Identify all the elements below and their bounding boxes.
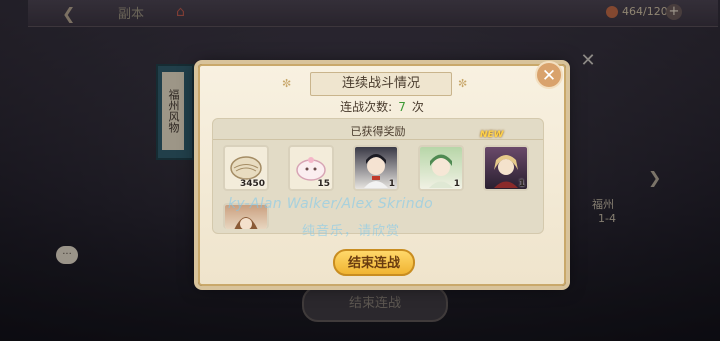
reward-item-bun[interactable]: 15 bbox=[288, 145, 334, 191]
watermark-song-text: ky-Alan Walker/Alex Skrindo bbox=[228, 196, 433, 212]
battle-count-unit: 次 bbox=[411, 100, 424, 114]
dialog-title: 连续战斗情况 bbox=[310, 72, 452, 96]
reward-item-card-blonde-hair[interactable]: 1 bbox=[483, 145, 529, 191]
end-battle-button[interactable]: 结束连战 bbox=[333, 249, 415, 276]
new-badge: NEW bbox=[480, 130, 504, 140]
reward-item-card-black-hair[interactable]: 1 bbox=[353, 145, 399, 191]
title-ornament-right-icon: ✼ bbox=[458, 77, 468, 90]
battle-result-dialog: ✼ 连续战斗情况 ✼ 连战次数: 7 次 已获得奖励 3450 15 1 1 1… bbox=[198, 64, 566, 286]
reward-quantity: 1 bbox=[518, 179, 525, 189]
battle-count-value: 7 bbox=[398, 100, 406, 114]
reward-quantity: 3450 bbox=[239, 179, 265, 189]
reward-quantity: 1 bbox=[388, 179, 395, 189]
reward-quantity: 15 bbox=[317, 179, 330, 189]
reward-item-shell[interactable]: 3450 bbox=[223, 145, 269, 191]
close-dialog-icon[interactable]: ✕ bbox=[535, 61, 563, 89]
reward-quantity: 1 bbox=[453, 179, 460, 189]
watermark-caption-text: 纯音乐，请欣赏 bbox=[302, 224, 401, 239]
reward-item-card-green-hair[interactable]: 1 bbox=[418, 145, 464, 191]
battle-count-line: 连战次数: 7 次 bbox=[200, 98, 564, 115]
title-ornament-left-icon: ✼ bbox=[282, 77, 292, 90]
battle-count-label: 连战次数: bbox=[340, 100, 393, 114]
